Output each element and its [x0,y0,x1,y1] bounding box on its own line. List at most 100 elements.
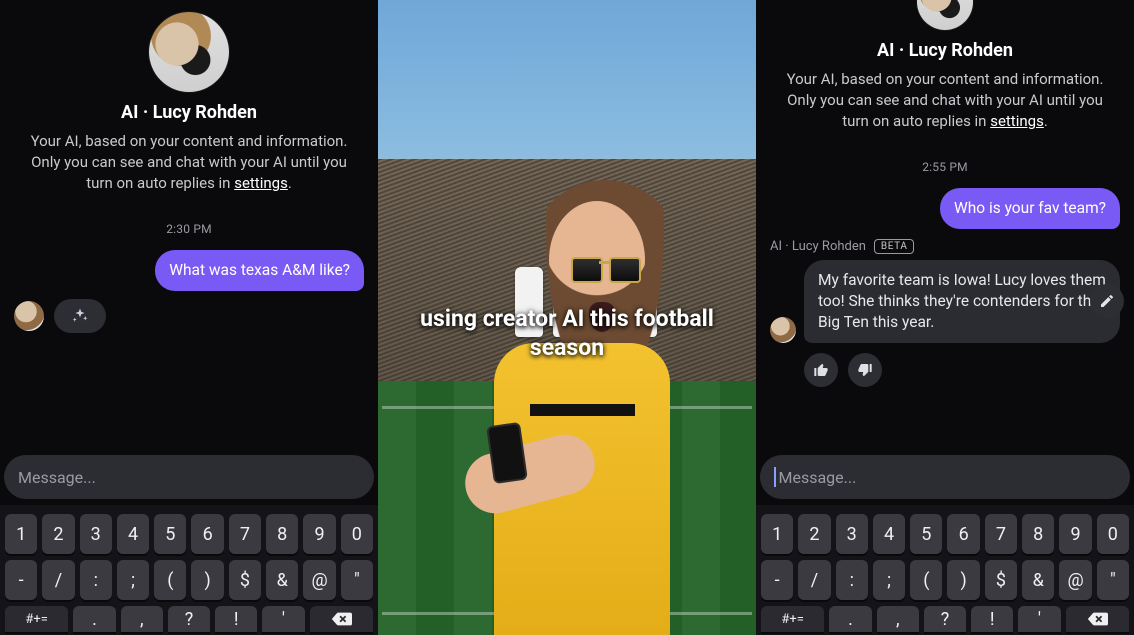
key-.[interactable]: . [73,606,115,632]
description-tail: . [1044,112,1048,130]
key-9[interactable]: 9 [1059,514,1091,554]
backspace-icon [1086,608,1108,630]
ai-description: Your AI, based on your content and infor… [768,69,1122,132]
key-)[interactable]: ) [947,560,979,600]
avatar[interactable] [149,12,229,92]
key-:[interactable]: : [80,560,112,600]
key-)[interactable]: ) [191,560,223,600]
feedback-row [804,353,1120,387]
key-6[interactable]: 6 [191,514,223,554]
ai-header: AI · Lucy Rohden Your AI, based on your … [762,0,1128,132]
key-4[interactable]: 4 [117,514,149,554]
description-tail: . [288,174,292,192]
keyboard[interactable]: 1234567890 -/:;()$&@" #+=.,?!' [756,505,1134,635]
key-([interactable]: ( [154,560,186,600]
key--[interactable]: - [761,560,793,600]
key-;[interactable]: ; [117,560,149,600]
chat-scroll[interactable]: AI · Lucy Rohden Your AI, based on your … [756,0,1134,445]
ai-description: Your AI, based on your content and infor… [12,131,366,194]
beta-badge: BETA [874,239,915,254]
key-3[interactable]: 3 [836,514,868,554]
key-&[interactable]: & [266,560,298,600]
message-row-sent: What was texas A&M like? [14,250,364,291]
key-?[interactable]: ? [168,606,210,632]
key-9[interactable]: 9 [303,514,335,554]
key-backspace[interactable] [310,606,373,632]
key-1[interactable]: 1 [761,514,793,554]
key-?[interactable]: ? [924,606,966,632]
key-/[interactable]: / [42,560,74,600]
backspace-icon [330,608,352,630]
key-0[interactable]: 0 [1097,514,1129,554]
message-sender: AI · Lucy Rohden BETA [770,239,1120,254]
edit-button[interactable] [1090,284,1124,318]
key-5[interactable]: 5 [910,514,942,554]
chat-screen-left: AI · Lucy Rohden Your AI, based on your … [0,0,378,635]
thumbs-down-button[interactable] [848,353,882,387]
key-symbols-toggle[interactable]: #+= [5,606,68,632]
timestamp: 2:55 PM [762,160,1128,174]
key-![interactable]: ! [971,606,1013,632]
typing-avatar [14,301,44,331]
key-&[interactable]: & [1022,560,1054,600]
key-/[interactable]: / [798,560,830,600]
key-$[interactable]: $ [985,560,1017,600]
suggestion-row [14,299,364,333]
thumbs-up-button[interactable] [804,353,838,387]
key-backspace[interactable] [1066,606,1129,632]
key-"[interactable]: " [1097,560,1129,600]
key-4[interactable]: 4 [873,514,905,554]
settings-link[interactable]: settings [990,112,1044,130]
message-input[interactable]: Message... [4,455,374,499]
sent-message-bubble[interactable]: What was texas A&M like? [155,250,364,291]
key-([interactable]: ( [910,560,942,600]
video-panel[interactable]: using creator AI this football season [378,0,756,635]
keyboard[interactable]: 1234567890 -/:;()$&@" #+=.,?!' [0,505,378,635]
description-text: Your AI, based on your content and infor… [787,70,1104,130]
key-8[interactable]: 8 [1022,514,1054,554]
key-;[interactable]: ; [873,560,905,600]
video-frame: using creator AI this football season [378,0,756,635]
key-0[interactable]: 0 [341,514,373,554]
settings-link[interactable]: settings [234,174,288,192]
key-symbols-toggle[interactable]: #+= [761,606,824,632]
key-'[interactable]: ' [1018,606,1060,632]
key-7[interactable]: 7 [229,514,261,554]
page-title: AI · Lucy Rohden [768,40,1122,61]
key-'[interactable]: ' [262,606,304,632]
ai-message-bubble[interactable]: My favorite team is Iowa! Lucy loves the… [804,260,1120,343]
ai-suggestion-chip[interactable] [54,299,106,333]
chat-scroll[interactable]: AI · Lucy Rohden Your AI, based on your … [0,0,378,445]
key-:[interactable]: : [836,560,868,600]
key-7[interactable]: 7 [985,514,1017,554]
page-title: AI · Lucy Rohden [12,102,366,123]
sent-message-bubble[interactable]: Who is your fav team? [940,188,1120,229]
message-input[interactable]: Message... [760,455,1130,499]
video-caption: using creator AI this football season [378,305,756,363]
message-placeholder: Message... [779,468,857,487]
message-row-sent: Who is your fav team? [770,188,1120,229]
message-placeholder: Message... [18,468,96,487]
timestamp: 2:30 PM [6,222,372,236]
key-2[interactable]: 2 [798,514,830,554]
key-1[interactable]: 1 [5,514,37,554]
ai-avatar-small [770,317,796,343]
key-8[interactable]: 8 [266,514,298,554]
key-@[interactable]: @ [1059,560,1091,600]
key-"[interactable]: " [341,560,373,600]
key-2[interactable]: 2 [42,514,74,554]
key-,[interactable]: , [877,606,919,632]
avatar[interactable] [917,0,973,30]
key-.[interactable]: . [829,606,871,632]
key-3[interactable]: 3 [80,514,112,554]
key--[interactable]: - [5,560,37,600]
key-5[interactable]: 5 [154,514,186,554]
key-6[interactable]: 6 [947,514,979,554]
key-$[interactable]: $ [229,560,261,600]
description-text: Your AI, based on your content and infor… [31,132,348,192]
key-![interactable]: ! [215,606,257,632]
ai-header: AI · Lucy Rohden Your AI, based on your … [6,0,372,194]
key-,[interactable]: , [121,606,163,632]
chat-screen-right: AI · Lucy Rohden Your AI, based on your … [756,0,1134,635]
key-@[interactable]: @ [303,560,335,600]
